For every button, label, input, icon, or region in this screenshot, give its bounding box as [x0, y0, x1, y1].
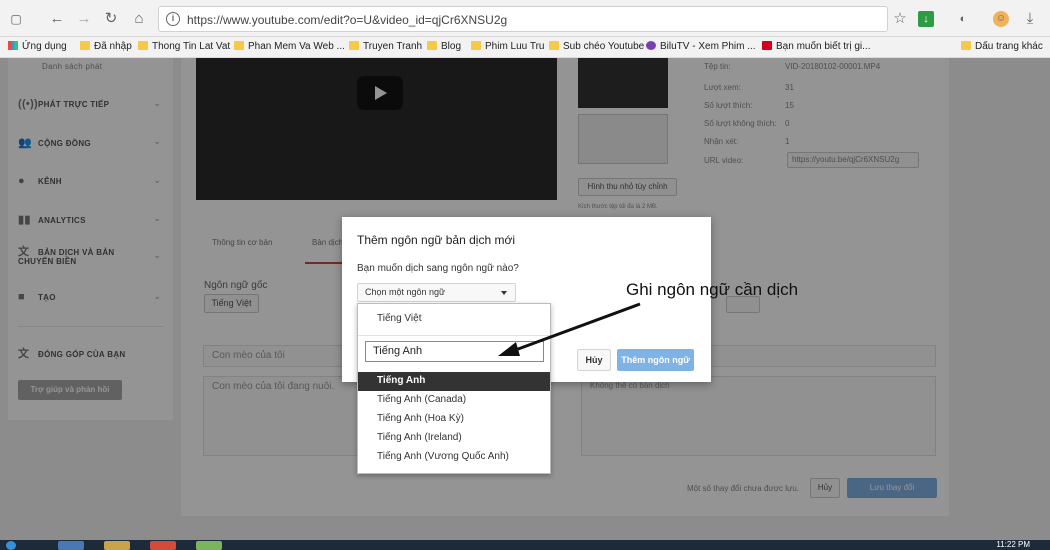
cancel-button[interactable]: Hủy	[577, 349, 611, 371]
back-icon[interactable]: ←	[47, 9, 67, 29]
apps-grid-icon	[8, 41, 18, 50]
reload-icon[interactable]: ↻	[101, 9, 121, 29]
bookmark-item[interactable]: Phim Luu Tru	[471, 41, 544, 52]
dropdown-option-selected[interactable]: Tiếng Anh	[358, 372, 550, 391]
star-icon[interactable]: ☆	[890, 9, 910, 29]
folder-icon	[961, 41, 971, 50]
dropdown-option[interactable]: Tiếng Anh (Canada)	[358, 391, 550, 410]
dialog-question: Bạn muốn dịch sang ngôn ngữ nào?	[357, 263, 519, 274]
folder-icon	[549, 41, 559, 50]
site-icon	[762, 41, 772, 50]
bookmark-item[interactable]: Phan Mem Va Web ...	[234, 41, 345, 52]
folder-icon	[80, 41, 90, 50]
bookmark-apps[interactable]: Ứng dụng	[8, 41, 67, 52]
url-text: https://www.youtube.com/edit?o=U&video_i…	[187, 13, 508, 27]
bookmark-item[interactable]: Blog	[427, 41, 461, 52]
window-icon[interactable]: ▢	[6, 9, 26, 29]
bookmark-item[interactable]: BiluTV - Xem Phim ...	[646, 41, 756, 52]
add-language-button[interactable]: Thêm ngôn ngữ	[617, 349, 694, 371]
dropdown-option[interactable]: Tiếng Anh (Hoa Kỳ)	[358, 410, 550, 429]
bookmark-item[interactable]: Đã nhập	[80, 41, 132, 52]
folder-icon	[471, 41, 481, 50]
divider	[358, 335, 550, 336]
forward-icon[interactable]: →	[74, 9, 94, 29]
select-placeholder: Chọn một ngôn ngữ	[365, 287, 446, 297]
bookmark-item[interactable]: Truyen Tranh	[349, 41, 422, 52]
home-icon[interactable]: ⌂	[129, 9, 149, 29]
clock: 11:22 PM	[996, 540, 1030, 549]
extension-icon[interactable]: ◐	[953, 9, 973, 29]
dropdown-option[interactable]: Tiếng Anh (Ireland)	[358, 429, 550, 448]
folder-icon	[234, 41, 244, 50]
dropdown-option[interactable]: Tiếng Anh (Vương Quốc Anh)	[358, 448, 550, 467]
bilutv-icon	[646, 41, 656, 50]
extension-download-icon[interactable]: ↓	[918, 11, 934, 27]
ie-icon[interactable]	[58, 541, 84, 550]
bookmark-item[interactable]: Thong Tin Lat Vat	[138, 41, 230, 52]
language-search-input[interactable]: Tiếng Anh	[365, 341, 544, 362]
bookmarks-bar: Ứng dụng Đã nhập Thong Tin Lat Vat Phan …	[0, 37, 1050, 58]
bookmark-other[interactable]: Dấu trang khác	[961, 41, 1043, 52]
folder-icon	[427, 41, 437, 50]
address-bar[interactable]: i https://www.youtube.com/edit?o=U&video…	[158, 6, 888, 32]
caret-down-icon	[501, 291, 507, 295]
info-icon[interactable]: i	[166, 12, 180, 26]
folder-icon	[138, 41, 148, 50]
profile-avatar-icon[interactable]: ☺	[993, 11, 1009, 27]
language-dropdown: Tiếng Việt Tiếng Anh Tiếng Anh Tiếng Anh…	[357, 303, 551, 474]
annotation-text: Ghi ngôn ngữ cần dịch	[626, 280, 799, 299]
language-select[interactable]: Chọn một ngôn ngữ	[357, 283, 516, 302]
explorer-icon[interactable]	[104, 541, 130, 550]
download-icon[interactable]: ⤓	[1020, 9, 1040, 29]
bookmark-item[interactable]: Sub chéo Youtube	[549, 41, 644, 52]
browser-toolbar: ▢ ← → ↻ ⌂ i https://www.youtube.com/edit…	[0, 0, 1050, 37]
app-icon[interactable]	[196, 541, 222, 550]
dialog-title: Thêm ngôn ngữ bản dịch mới	[357, 233, 515, 247]
start-icon[interactable]	[6, 541, 16, 550]
folder-icon	[349, 41, 359, 50]
os-taskbar: 11:22 PM	[0, 540, 1050, 550]
chrome-icon[interactable]	[150, 541, 176, 550]
dropdown-option[interactable]: Tiếng Việt	[377, 313, 421, 324]
bookmark-item[interactable]: Bạn muốn biết trị gi...	[762, 41, 871, 52]
